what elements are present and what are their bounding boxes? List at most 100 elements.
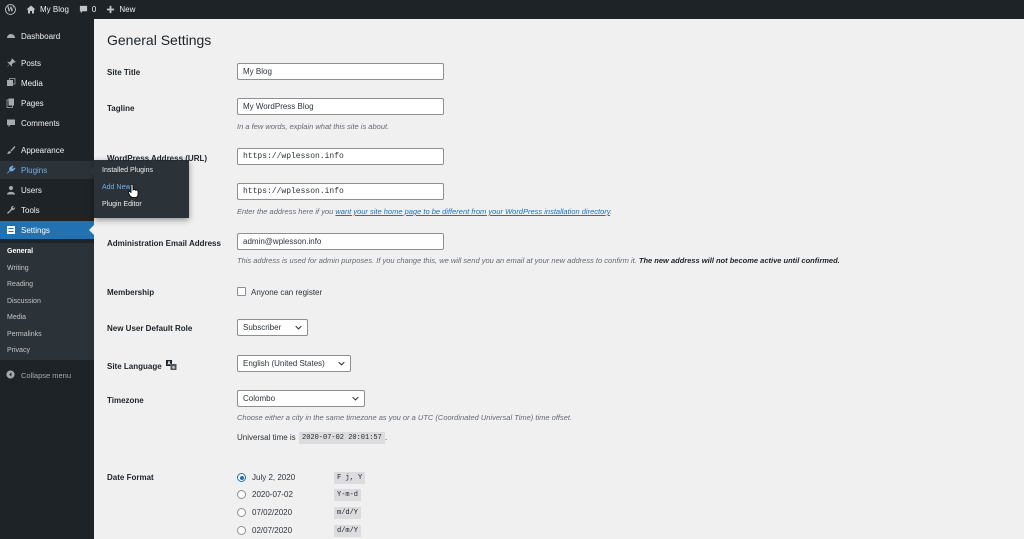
admin-email-desc-text: This address is used for admin purposes.… bbox=[237, 256, 639, 265]
tagline-input[interactable]: My WordPress Blog bbox=[237, 98, 444, 115]
sidebar-item-label: Settings bbox=[21, 225, 50, 235]
date-format-label: Date Format bbox=[107, 473, 154, 482]
tagline-label: Tagline bbox=[107, 104, 135, 113]
settings-icon bbox=[6, 225, 16, 235]
plus-icon bbox=[106, 5, 115, 14]
submenu-discussion[interactable]: Discussion bbox=[7, 298, 41, 305]
collapse-arrow-icon bbox=[6, 370, 15, 381]
date-format-option-label[interactable]: 2020-07-02 bbox=[252, 490, 293, 499]
site-language-label-text: Site Language bbox=[107, 361, 162, 371]
date-format-code: Y-m-d bbox=[334, 489, 362, 501]
date-format-option-label[interactable]: 02/07/2020 bbox=[252, 526, 292, 535]
admin-email-desc-bold: The new address will not become active u… bbox=[638, 256, 840, 265]
sidebar-item-media[interactable]: Media bbox=[0, 74, 94, 92]
sidebar-item-label: Tools bbox=[21, 205, 40, 215]
site-language-value: English (United States) bbox=[243, 359, 325, 368]
sidebar-item-label: Posts bbox=[21, 58, 42, 68]
site-language-label: Site Language Aa bbox=[107, 360, 177, 372]
site-address-desc-text: Enter the address here if you bbox=[237, 207, 336, 216]
new-label: New bbox=[119, 5, 136, 14]
sidebar-item-plugins[interactable]: Plugins bbox=[0, 161, 94, 179]
timezone-description: Choose either a city in the same timezon… bbox=[237, 413, 573, 422]
sidebar-item-label: Comments bbox=[21, 118, 60, 128]
page-title: General Settings bbox=[107, 32, 212, 48]
admin-email-input[interactable]: admin@wplesson.info bbox=[237, 233, 444, 250]
plugin-icon bbox=[6, 165, 16, 175]
date-format-radio-4[interactable] bbox=[237, 526, 246, 535]
date-format-option-label[interactable]: July 2, 2020 bbox=[252, 473, 295, 482]
timezone-value: Colombo bbox=[243, 394, 276, 403]
universal-time-period: . bbox=[385, 433, 388, 442]
site-language-select[interactable]: English (United States) bbox=[237, 355, 351, 372]
user-icon bbox=[6, 185, 16, 195]
tagline-description: In a few words, explain what this site i… bbox=[237, 122, 390, 131]
membership-label: Membership bbox=[107, 288, 155, 297]
sidebar-item-posts[interactable]: Posts bbox=[0, 54, 94, 72]
sidebar-item-label: Media bbox=[21, 78, 43, 88]
sidebar-item-dashboard[interactable]: Dashboard bbox=[0, 27, 94, 45]
wrench-icon bbox=[6, 205, 16, 215]
sidebar-item-comments[interactable]: Comments bbox=[0, 114, 94, 132]
pin-icon bbox=[6, 58, 16, 68]
submenu-writing[interactable]: Writing bbox=[7, 265, 29, 272]
default-role-value: Subscriber bbox=[243, 323, 282, 332]
sidebar-item-label: Users bbox=[21, 185, 42, 195]
universal-time-value: 2020-07-02 20:01:57 bbox=[299, 432, 385, 444]
submenu-privacy[interactable]: Privacy bbox=[7, 347, 30, 354]
sidebar-item-label: Appearance bbox=[21, 145, 65, 155]
svg-text:W: W bbox=[6, 7, 14, 14]
sidebar-item-pages[interactable]: Pages bbox=[0, 94, 94, 112]
sidebar-item-label: Plugins bbox=[21, 165, 48, 175]
date-format-option-label[interactable]: 07/02/2020 bbox=[252, 508, 292, 517]
anyone-can-register-label[interactable]: Anyone can register bbox=[251, 288, 322, 297]
site-title-input[interactable]: My Blog bbox=[237, 63, 444, 80]
date-format-code: m/d/Y bbox=[334, 507, 362, 519]
site-name-link[interactable]: My Blog bbox=[21, 0, 74, 19]
site-address-desc-end: . bbox=[609, 207, 613, 216]
timezone-select[interactable]: Colombo bbox=[237, 390, 365, 407]
wordpress-address-input[interactable]: https://wplesson.info bbox=[237, 148, 444, 165]
submenu-media[interactable]: Media bbox=[7, 314, 26, 321]
sidebar-item-label: Pages bbox=[21, 98, 44, 108]
submenu-permalinks[interactable]: Permalinks bbox=[7, 331, 42, 338]
timezone-label: Timezone bbox=[107, 396, 144, 405]
media-icon bbox=[6, 78, 16, 88]
date-format-radio-2[interactable] bbox=[237, 490, 246, 499]
comment-bubble-icon bbox=[79, 5, 88, 14]
main-content: General Settings Site Title My Blog Tagl… bbox=[94, 19, 1024, 539]
date-format-code: F j, Y bbox=[334, 472, 366, 484]
comments-link[interactable]: 0 bbox=[74, 0, 101, 19]
submenu-general[interactable]: General bbox=[7, 248, 33, 255]
universal-time-label: Universal time is bbox=[237, 433, 296, 442]
site-name-label: My Blog bbox=[40, 5, 69, 14]
chevron-down-icon bbox=[295, 325, 302, 330]
new-content-link[interactable]: New bbox=[101, 0, 140, 19]
wordpress-address-label: WordPress Address (URL) bbox=[107, 154, 208, 163]
anyone-can-register-checkbox[interactable] bbox=[237, 287, 246, 296]
sidebar-item-users[interactable]: Users bbox=[0, 181, 94, 199]
sidebar-item-settings[interactable]: Settings bbox=[0, 221, 94, 239]
svg-text:a: a bbox=[172, 365, 175, 370]
home-icon bbox=[26, 5, 36, 14]
admin-email-label: Administration Email Address bbox=[107, 239, 221, 248]
wordpress-logo-icon[interactable]: W bbox=[0, 0, 21, 19]
submenu-reading[interactable]: Reading bbox=[7, 281, 33, 288]
default-role-select[interactable]: Subscriber bbox=[237, 319, 308, 336]
comment-icon bbox=[6, 118, 16, 128]
sidebar-item-label: Dashboard bbox=[21, 31, 61, 41]
sidebar-item-tools[interactable]: Tools bbox=[0, 201, 94, 219]
dashboard-icon bbox=[6, 31, 16, 41]
collapse-menu-label: Collapse menu bbox=[21, 371, 72, 380]
site-title-label: Site Title bbox=[107, 68, 141, 77]
date-format-code: d/m/Y bbox=[334, 525, 362, 537]
site-address-help-link[interactable]: want your site home page to be different… bbox=[335, 207, 610, 216]
brush-icon bbox=[6, 145, 16, 155]
translate-icon: Aa bbox=[165, 360, 177, 372]
site-address-description: Enter the address here if you want your … bbox=[237, 207, 612, 216]
date-format-radio-1[interactable] bbox=[237, 473, 246, 482]
chevron-down-icon bbox=[352, 396, 359, 401]
site-address-input[interactable]: https://wplesson.info bbox=[237, 183, 444, 200]
sidebar-item-appearance[interactable]: Appearance bbox=[0, 141, 94, 159]
date-format-radio-3[interactable] bbox=[237, 508, 246, 517]
collapse-menu-button[interactable]: Collapse menu bbox=[6, 370, 71, 381]
